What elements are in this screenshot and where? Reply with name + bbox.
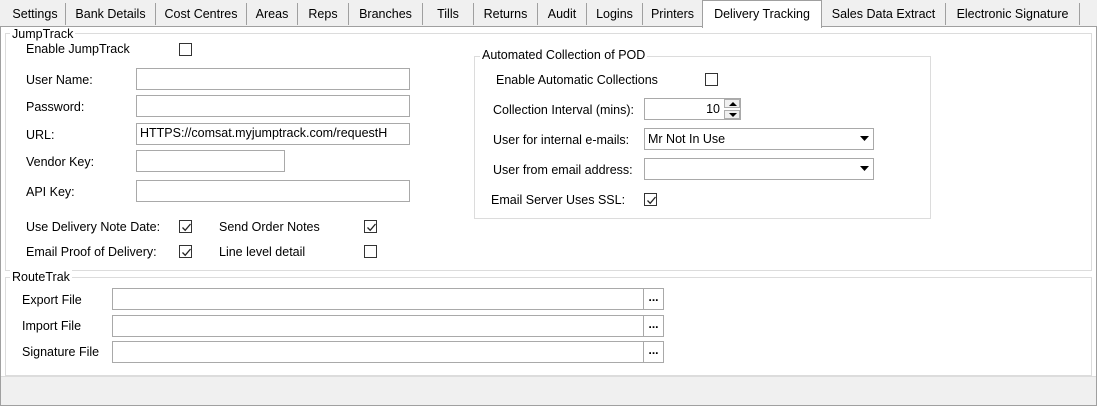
check-icon [182, 248, 191, 257]
tab-cost-centres[interactable]: Cost Centres [156, 3, 247, 25]
internal-emails-user-dropdown[interactable]: Mr Not In Use [644, 128, 874, 150]
api-key-label: API Key: [26, 185, 75, 199]
dropdown-arrow-button[interactable] [855, 129, 873, 149]
signature-file-label: Signature File [22, 345, 100, 359]
tab-areas[interactable]: Areas [247, 3, 298, 25]
routetrak-group-title: RouteTrak [10, 270, 72, 284]
user-name-label: User Name: [26, 73, 93, 87]
check-icon [367, 223, 376, 232]
pod-collection-group-title: Automated Collection of POD [480, 48, 648, 62]
internal-emails-user-value: Mr Not In Use [648, 132, 726, 146]
use-delivery-note-date-checkbox[interactable] [179, 220, 192, 233]
email-proof-of-delivery-checkbox[interactable] [179, 245, 192, 258]
password-label: Password: [26, 100, 85, 114]
spin-up-icon [729, 102, 737, 106]
tab-settings[interactable]: Settings [5, 3, 66, 25]
chevron-down-icon [860, 166, 869, 171]
from-email-address-label: User from email address: [493, 163, 633, 177]
url-input[interactable]: HTTPS://comsat.myjumptrack.com/requestH [136, 123, 410, 145]
line-level-detail-checkbox[interactable] [364, 245, 377, 258]
signature-file-browse-button[interactable]: ... [643, 342, 663, 362]
email-server-ssl-label: Email Server Uses SSL: [491, 193, 626, 207]
url-label: URL: [26, 128, 55, 142]
password-input[interactable] [136, 95, 410, 117]
vendor-key-label: Vendor Key: [26, 155, 95, 169]
use-delivery-note-date-label: Use Delivery Note Date: [26, 220, 161, 234]
spin-up-button[interactable] [724, 99, 740, 108]
vendor-key-input[interactable] [136, 150, 285, 172]
spin-down-icon [729, 113, 737, 117]
dropdown-arrow-button[interactable] [855, 159, 873, 179]
import-file-browse-button[interactable]: ... [643, 316, 663, 336]
export-file-browse-button[interactable]: ... [643, 289, 663, 309]
user-name-input[interactable] [136, 68, 410, 90]
tab-tills[interactable]: Tills [423, 3, 474, 25]
api-key-input[interactable] [136, 180, 410, 202]
tab-bar: Settings Bank Details Cost Centres Areas… [0, 0, 1097, 28]
tab-bank-details[interactable]: Bank Details [66, 3, 156, 25]
check-icon [647, 196, 656, 205]
send-order-notes-checkbox[interactable] [364, 220, 377, 233]
tab-returns[interactable]: Returns [474, 3, 538, 25]
tab-printers[interactable]: Printers [643, 3, 703, 25]
tab-branches[interactable]: Branches [349, 3, 423, 25]
collection-interval-value: 10 [706, 102, 720, 116]
import-file-label: Import File [22, 319, 82, 333]
email-server-ssl-checkbox[interactable] [644, 193, 657, 206]
collection-interval-label: Collection Interval (mins): [493, 103, 635, 117]
internal-emails-user-label: User for internal e-mails: [493, 133, 630, 147]
email-proof-of-delivery-label: Email Proof of Delivery: [26, 245, 157, 259]
delivery-tracking-panel: JumpTrack Enable JumpTrack User Name: Pa… [0, 26, 1097, 406]
send-order-notes-label: Send Order Notes [219, 220, 320, 234]
tab-logins[interactable]: Logins [587, 3, 643, 25]
from-email-address-dropdown[interactable] [644, 158, 874, 180]
tab-delivery-tracking[interactable]: Delivery Tracking [702, 0, 822, 28]
line-level-detail-label: Line level detail [219, 245, 306, 259]
import-file-input[interactable]: ... [112, 315, 664, 337]
check-icon [182, 223, 191, 232]
spin-down-button[interactable] [724, 110, 740, 119]
enable-jumptrack-label: Enable JumpTrack [26, 42, 130, 56]
signature-file-input[interactable]: ... [112, 341, 664, 363]
tab-audit[interactable]: Audit [538, 3, 587, 25]
export-file-label: Export File [22, 293, 82, 307]
tab-sales-data-extract[interactable]: Sales Data Extract [822, 3, 946, 25]
collection-interval-stepper[interactable]: 10 [644, 98, 741, 120]
chevron-down-icon [860, 136, 869, 141]
tab-electronic-signature[interactable]: Electronic Signature [946, 3, 1080, 25]
tab-reps[interactable]: Reps [298, 3, 349, 25]
bottom-strip [1, 376, 1096, 405]
jumptrack-group-title: JumpTrack [10, 27, 76, 41]
enable-automatic-collections-checkbox[interactable] [705, 73, 718, 86]
enable-jumptrack-checkbox[interactable] [179, 43, 192, 56]
export-file-input[interactable]: ... [112, 288, 664, 310]
enable-automatic-collections-label: Enable Automatic Collections [496, 73, 658, 87]
